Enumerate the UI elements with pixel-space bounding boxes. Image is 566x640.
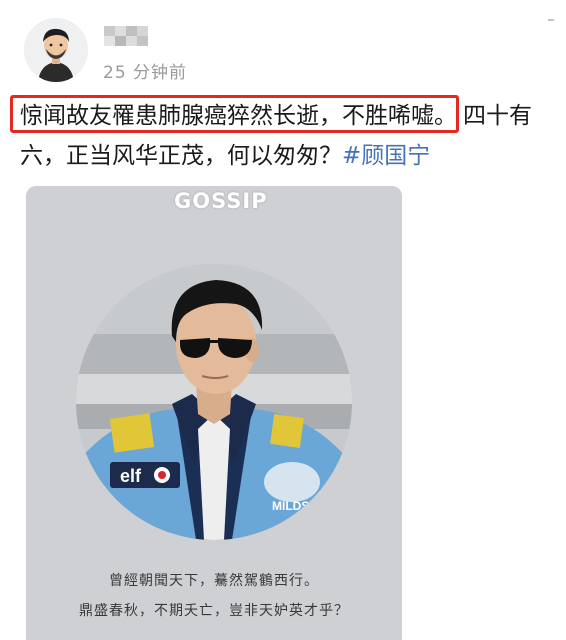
portrait-image: elf MILDSE — [76, 264, 352, 540]
cartoon-avatar-icon — [24, 18, 88, 82]
svg-text:MILDSE: MILDSE — [272, 499, 317, 513]
avatar[interactable] — [24, 18, 88, 82]
highlight-box — [10, 95, 459, 133]
post-time: 25 分钟前 — [103, 63, 188, 83]
post-image-card[interactable]: GOSSIP elf MILDSE 曾經朝聞天下，驀然駕鶴西行。 鼎盛春秋，不期… — [26, 186, 402, 640]
hashtag-link[interactable]: #顾国宁 — [342, 143, 430, 169]
svg-text:elf: elf — [120, 466, 142, 486]
more-icon[interactable] — [546, 18, 556, 38]
post-line-2: 六，正当风华正茂，何以匆匆？#顾国宁 — [20, 136, 560, 176]
caption-line-2: 鼎盛春秋，不期夭亡，豈非天妒英才乎？ — [79, 603, 349, 619]
gossip-watermark: GOSSIP — [174, 189, 268, 213]
caption-line-1: 曾經朝聞天下，驀然駕鶴西行。 — [109, 573, 319, 589]
post-line-2-text: 六，正当风华正茂，何以匆匆？ — [20, 143, 342, 169]
post-line-1-rest: 四十有 — [463, 103, 532, 129]
username-obscured[interactable] — [104, 26, 150, 46]
